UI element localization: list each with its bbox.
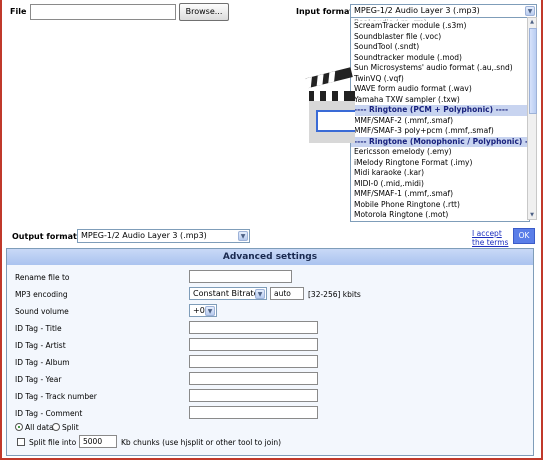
tag-track-input[interactable]: [189, 389, 318, 402]
output-format-select[interactable]: MPEG-1/2 Audio Layer 3 (.mp3) ▼: [77, 229, 250, 243]
list-item[interactable]: Midi karaoke (.kar): [351, 168, 529, 179]
list-item[interactable]: Yamaha TXW sampler (.txw): [351, 95, 529, 106]
split-file-label: Split file into: [29, 438, 77, 447]
dropdown-scrollbar[interactable]: ▲ ▼: [527, 17, 537, 220]
tag-track-label: ID Tag - Track number: [15, 392, 97, 401]
list-group-header: ---- Ringtone (Monophonic / Polyphonic) …: [351, 136, 529, 147]
mp3-encoding-label: MP3 encoding: [15, 290, 68, 299]
split-size-input[interactable]: 5000: [79, 435, 117, 448]
tag-album-label: ID Tag - Album: [15, 358, 70, 367]
scroll-down-icon[interactable]: ▼: [528, 211, 536, 219]
input-format-select[interactable]: MPEG-1/2 Audio Layer 3 (.mp3) ▼: [350, 4, 537, 18]
split-file-checkbox[interactable]: [17, 438, 25, 446]
list-item[interactable]: MMF/SMAF-3 poly+pcm (.mmf,.smaf): [351, 126, 529, 137]
chevron-down-icon[interactable]: ▼: [205, 306, 215, 316]
list-group-header: ---- Ringtone (PCM + Polyphonic) ----: [351, 105, 529, 116]
tag-artist-input[interactable]: [189, 338, 318, 351]
rename-input[interactable]: [189, 270, 292, 283]
tag-comment-label: ID Tag - Comment: [15, 409, 83, 418]
browse-button[interactable]: Browse...: [179, 3, 229, 21]
advanced-settings-title: Advanced settings: [7, 249, 533, 265]
mp3-mode-selected: Constant Bitrate: [193, 289, 259, 298]
accept-terms-line2: the terms: [472, 238, 509, 247]
advanced-settings-panel: Advanced settings Rename file to MP3 enc…: [6, 248, 534, 456]
list-item[interactable]: WAVE form audio format (.wav): [351, 84, 529, 95]
rename-label: Rename file to: [15, 273, 70, 282]
bitrate-hint: [32-256] kbits: [308, 290, 361, 299]
tag-title-label: ID Tag - Title: [15, 324, 62, 333]
volume-select[interactable]: +0 ▼: [189, 304, 217, 317]
chevron-down-icon[interactable]: ▼: [238, 231, 248, 241]
input-format-label: Input format: [296, 7, 354, 16]
volume-selected: +0: [193, 306, 205, 315]
all-data-label: All data: [25, 423, 54, 432]
tag-title-input[interactable]: [189, 321, 318, 334]
all-data-radio[interactable]: [15, 423, 23, 431]
tag-year-label: ID Tag - Year: [15, 375, 62, 384]
tag-year-input[interactable]: [189, 372, 318, 385]
list-item[interactable]: SoundTool (.sndt): [351, 42, 529, 53]
list-item[interactable]: TwinVQ (.vqf): [351, 74, 529, 85]
tag-artist-label: ID Tag - Artist: [15, 341, 66, 350]
chevron-down-icon[interactable]: ▼: [255, 289, 265, 299]
ok-button[interactable]: OK: [513, 228, 535, 244]
accept-terms-line1: I accept: [472, 229, 502, 238]
split-label: Split: [62, 423, 79, 432]
split-radio[interactable]: [52, 423, 60, 431]
tag-comment-input[interactable]: [189, 406, 318, 419]
accept-terms-link[interactable]: I accept the terms: [472, 229, 508, 247]
frame-border-left: [0, 0, 2, 460]
file-path-input[interactable]: [30, 4, 176, 20]
list-item[interactable]: Soundtracker module (.mod): [351, 53, 529, 64]
mp3-mode-select[interactable]: Constant Bitrate ▼: [189, 287, 267, 300]
list-item[interactable]: Soundblaster file (.voc): [351, 32, 529, 43]
input-format-selected: MPEG-1/2 Audio Layer 3 (.mp3): [354, 6, 480, 15]
list-item[interactable]: Motorola Ringtone (.mot): [351, 210, 529, 221]
list-item[interactable]: MMF/SMAF-2 (.mmf,.smaf): [351, 116, 529, 127]
output-format-label: Output format: [12, 232, 77, 241]
chevron-down-icon[interactable]: ▼: [525, 6, 535, 16]
list-item[interactable]: MMF/SMAF-1 (.mmf,.smaf): [351, 189, 529, 200]
file-label: File: [10, 7, 27, 16]
bitrate-input[interactable]: auto: [270, 287, 304, 300]
sound-volume-label: Sound volume: [15, 307, 69, 316]
list-item[interactable]: ScreamTracker module (.s3m): [351, 21, 529, 32]
scrollbar-thumb[interactable]: [529, 28, 537, 114]
scroll-up-icon[interactable]: ▲: [528, 18, 536, 26]
clapperboard-icon: [305, 67, 355, 143]
list-item[interactable]: Mobile Phone Ringtone (.rtt): [351, 200, 529, 211]
tag-album-input[interactable]: [189, 355, 318, 368]
list-item[interactable]: iMelody Ringtone Format (.imy): [351, 158, 529, 169]
list-item[interactable]: Sun Microsystems' audio format (.au,.snd…: [351, 63, 529, 74]
list-item[interactable]: Eericsson emelody (.emy): [351, 147, 529, 158]
list-item[interactable]: MIDI-0 (.mid,.midi): [351, 179, 529, 190]
output-format-selected: MPEG-1/2 Audio Layer 3 (.mp3): [81, 231, 207, 240]
input-format-dropdown-list[interactable]: Real audio (.ra,.rm) ScreamTracker modul…: [350, 17, 530, 222]
split-hint: Kb chunks (use hjsplit or other tool to …: [121, 438, 282, 447]
